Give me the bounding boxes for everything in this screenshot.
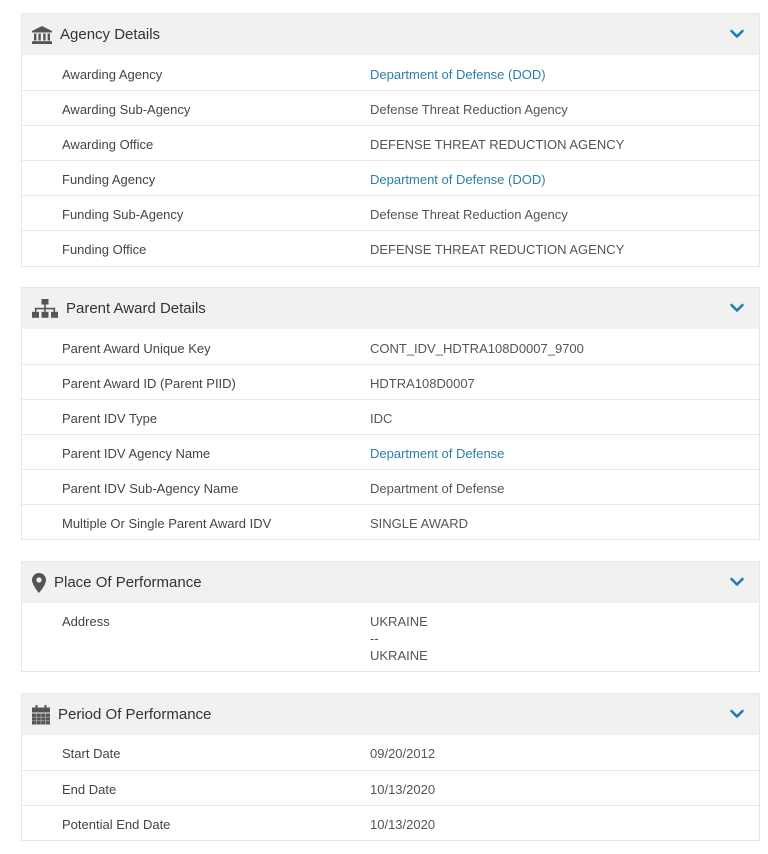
row-label: Parent IDV Sub-Agency Name (62, 481, 239, 496)
period-of-performance-title: Period Of Performance (58, 706, 212, 723)
sitemap-icon (32, 298, 58, 319)
row-value: Defense Threat Reduction Agency (370, 207, 568, 222)
row-value: Defense Threat Reduction Agency (370, 102, 568, 117)
row-value: DEFENSE THREAT REDUCTION AGENCY (370, 242, 625, 257)
detail-row: Address UKRAINE -- UKRAINE (22, 603, 759, 671)
row-label: Potential End Date (62, 817, 171, 832)
row-label: Funding Office (62, 242, 147, 257)
row-value: 10/13/2020 (370, 817, 436, 832)
address-line: -- (370, 631, 379, 646)
address-line: UKRAINE (370, 614, 428, 629)
period-of-performance-section: Period Of Performance Start Date 09/20/2… (21, 693, 760, 841)
parent-award-title: Parent Award Details (66, 300, 206, 317)
chevron-down-icon[interactable] (729, 26, 745, 42)
detail-row: End Date 10/13/2020 (22, 770, 759, 805)
awarding-agency-link[interactable]: Department of Defense (DOD) (370, 67, 546, 82)
row-label: Awarding Agency (62, 67, 163, 82)
row-label: Parent IDV Type (62, 411, 158, 426)
bank-icon (32, 25, 52, 44)
row-label: Parent IDV Agency Name (62, 446, 211, 461)
row-value: 09/20/2012 (370, 746, 436, 761)
agency-details-title: Agency Details (60, 26, 161, 43)
detail-row: Parent IDV Type IDC (22, 399, 759, 434)
detail-row: Parent Award ID (Parent PIID) HDTRA108D0… (22, 364, 759, 399)
row-label: Awarding Office (62, 137, 154, 152)
row-label: Parent Award Unique Key (62, 341, 211, 356)
detail-row: Awarding Agency Department of Defense (D… (22, 55, 759, 90)
detail-row: Funding Agency Department of Defense (DO… (22, 160, 759, 195)
funding-agency-link[interactable]: Department of Defense (DOD) (370, 172, 546, 187)
row-label: Funding Agency (62, 172, 156, 187)
detail-row: Funding Sub-Agency Defense Threat Reduct… (22, 195, 759, 230)
period-of-performance-header[interactable]: Period Of Performance (22, 694, 759, 735)
row-label: Funding Sub-Agency (62, 207, 184, 222)
address-value: UKRAINE -- UKRAINE (370, 613, 759, 664)
parent-idv-agency-link[interactable]: Department of Defense (370, 446, 504, 461)
row-label: Multiple Or Single Parent Award IDV (62, 516, 272, 531)
row-value: CONT_IDV_HDTRA108D0007_9700 (370, 341, 584, 356)
place-of-performance-section: Place Of Performance Address UKRAINE -- … (21, 561, 760, 672)
map-marker-icon (32, 572, 46, 593)
parent-award-header[interactable]: Parent Award Details (22, 288, 759, 329)
detail-row: Awarding Office DEFENSE THREAT REDUCTION… (22, 125, 759, 160)
chevron-down-icon[interactable] (729, 706, 745, 722)
row-value: HDTRA108D0007 (370, 376, 475, 391)
row-label: Awarding Sub-Agency (62, 102, 191, 117)
agency-details-header[interactable]: Agency Details (22, 14, 759, 55)
detail-row: Awarding Sub-Agency Defense Threat Reduc… (22, 90, 759, 125)
chevron-down-icon[interactable] (729, 574, 745, 590)
place-of-performance-title: Place Of Performance (54, 574, 202, 591)
row-label: Parent Award ID (Parent PIID) (62, 376, 236, 391)
detail-row: Parent IDV Sub-Agency Name Department of… (22, 469, 759, 504)
detail-row: Potential End Date 10/13/2020 (22, 805, 759, 840)
calendar-icon (32, 704, 50, 725)
row-value: IDC (370, 411, 393, 426)
row-value: Department of Defense (370, 481, 505, 496)
row-label: Start Date (62, 746, 121, 761)
detail-row: Start Date 09/20/2012 (22, 735, 759, 770)
parent-award-section: Parent Award Details Parent Award Unique… (21, 287, 760, 540)
place-of-performance-header[interactable]: Place Of Performance (22, 562, 759, 603)
chevron-down-icon[interactable] (729, 300, 745, 316)
detail-row: Parent IDV Agency Name Department of Def… (22, 434, 759, 469)
row-value: SINGLE AWARD (370, 516, 469, 531)
row-label: End Date (62, 782, 117, 797)
detail-row: Multiple Or Single Parent Award IDV SING… (22, 504, 759, 539)
detail-row: Funding Office DEFENSE THREAT REDUCTION … (22, 230, 759, 265)
row-value: 10/13/2020 (370, 782, 436, 797)
address-line: UKRAINE (370, 648, 428, 663)
detail-row: Parent Award Unique Key CONT_IDV_HDTRA10… (22, 329, 759, 364)
row-value: DEFENSE THREAT REDUCTION AGENCY (370, 137, 625, 152)
agency-details-section: Agency Details Awarding Agency Departmen… (21, 13, 760, 267)
row-label: Address (62, 614, 110, 629)
